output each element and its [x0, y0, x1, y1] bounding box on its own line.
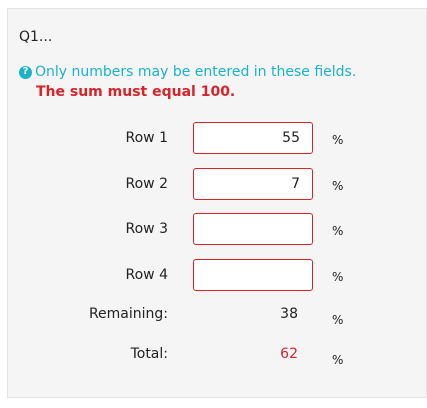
row-3-label: Row 3: [125, 221, 168, 237]
remaining-value: 38: [280, 306, 298, 322]
row-3-input[interactable]: [193, 213, 313, 245]
row-1-input[interactable]: [193, 122, 313, 154]
row-2-input[interactable]: [193, 168, 313, 200]
row-3-percent-unit: %: [332, 224, 344, 238]
tip-message: ? Only numbers may be entered in these f…: [19, 64, 356, 80]
remaining-label: Remaining:: [88, 306, 168, 322]
remaining-percent-unit: %: [332, 313, 344, 327]
row-1-label: Row 1: [125, 130, 168, 146]
row-4-input[interactable]: [193, 259, 313, 291]
total-percent-unit: %: [332, 353, 344, 367]
row-2-percent-unit: %: [332, 179, 344, 193]
tip-text: Only numbers may be entered in these fie…: [35, 64, 357, 80]
sum-validation-message: The sum must equal 100.: [36, 84, 236, 100]
question-title: Q1...: [19, 29, 53, 45]
row-4-label: Row 4: [125, 267, 168, 283]
total-value: 62: [280, 346, 298, 362]
row-4-percent-unit: %: [332, 270, 344, 284]
row-1-percent-unit: %: [332, 133, 344, 147]
total-label: Total:: [130, 346, 168, 362]
question-circle-icon: ?: [19, 65, 32, 79]
question-panel: Q1... ? Only numbers may be entered in t…: [7, 8, 427, 398]
row-2-label: Row 2: [125, 176, 168, 192]
